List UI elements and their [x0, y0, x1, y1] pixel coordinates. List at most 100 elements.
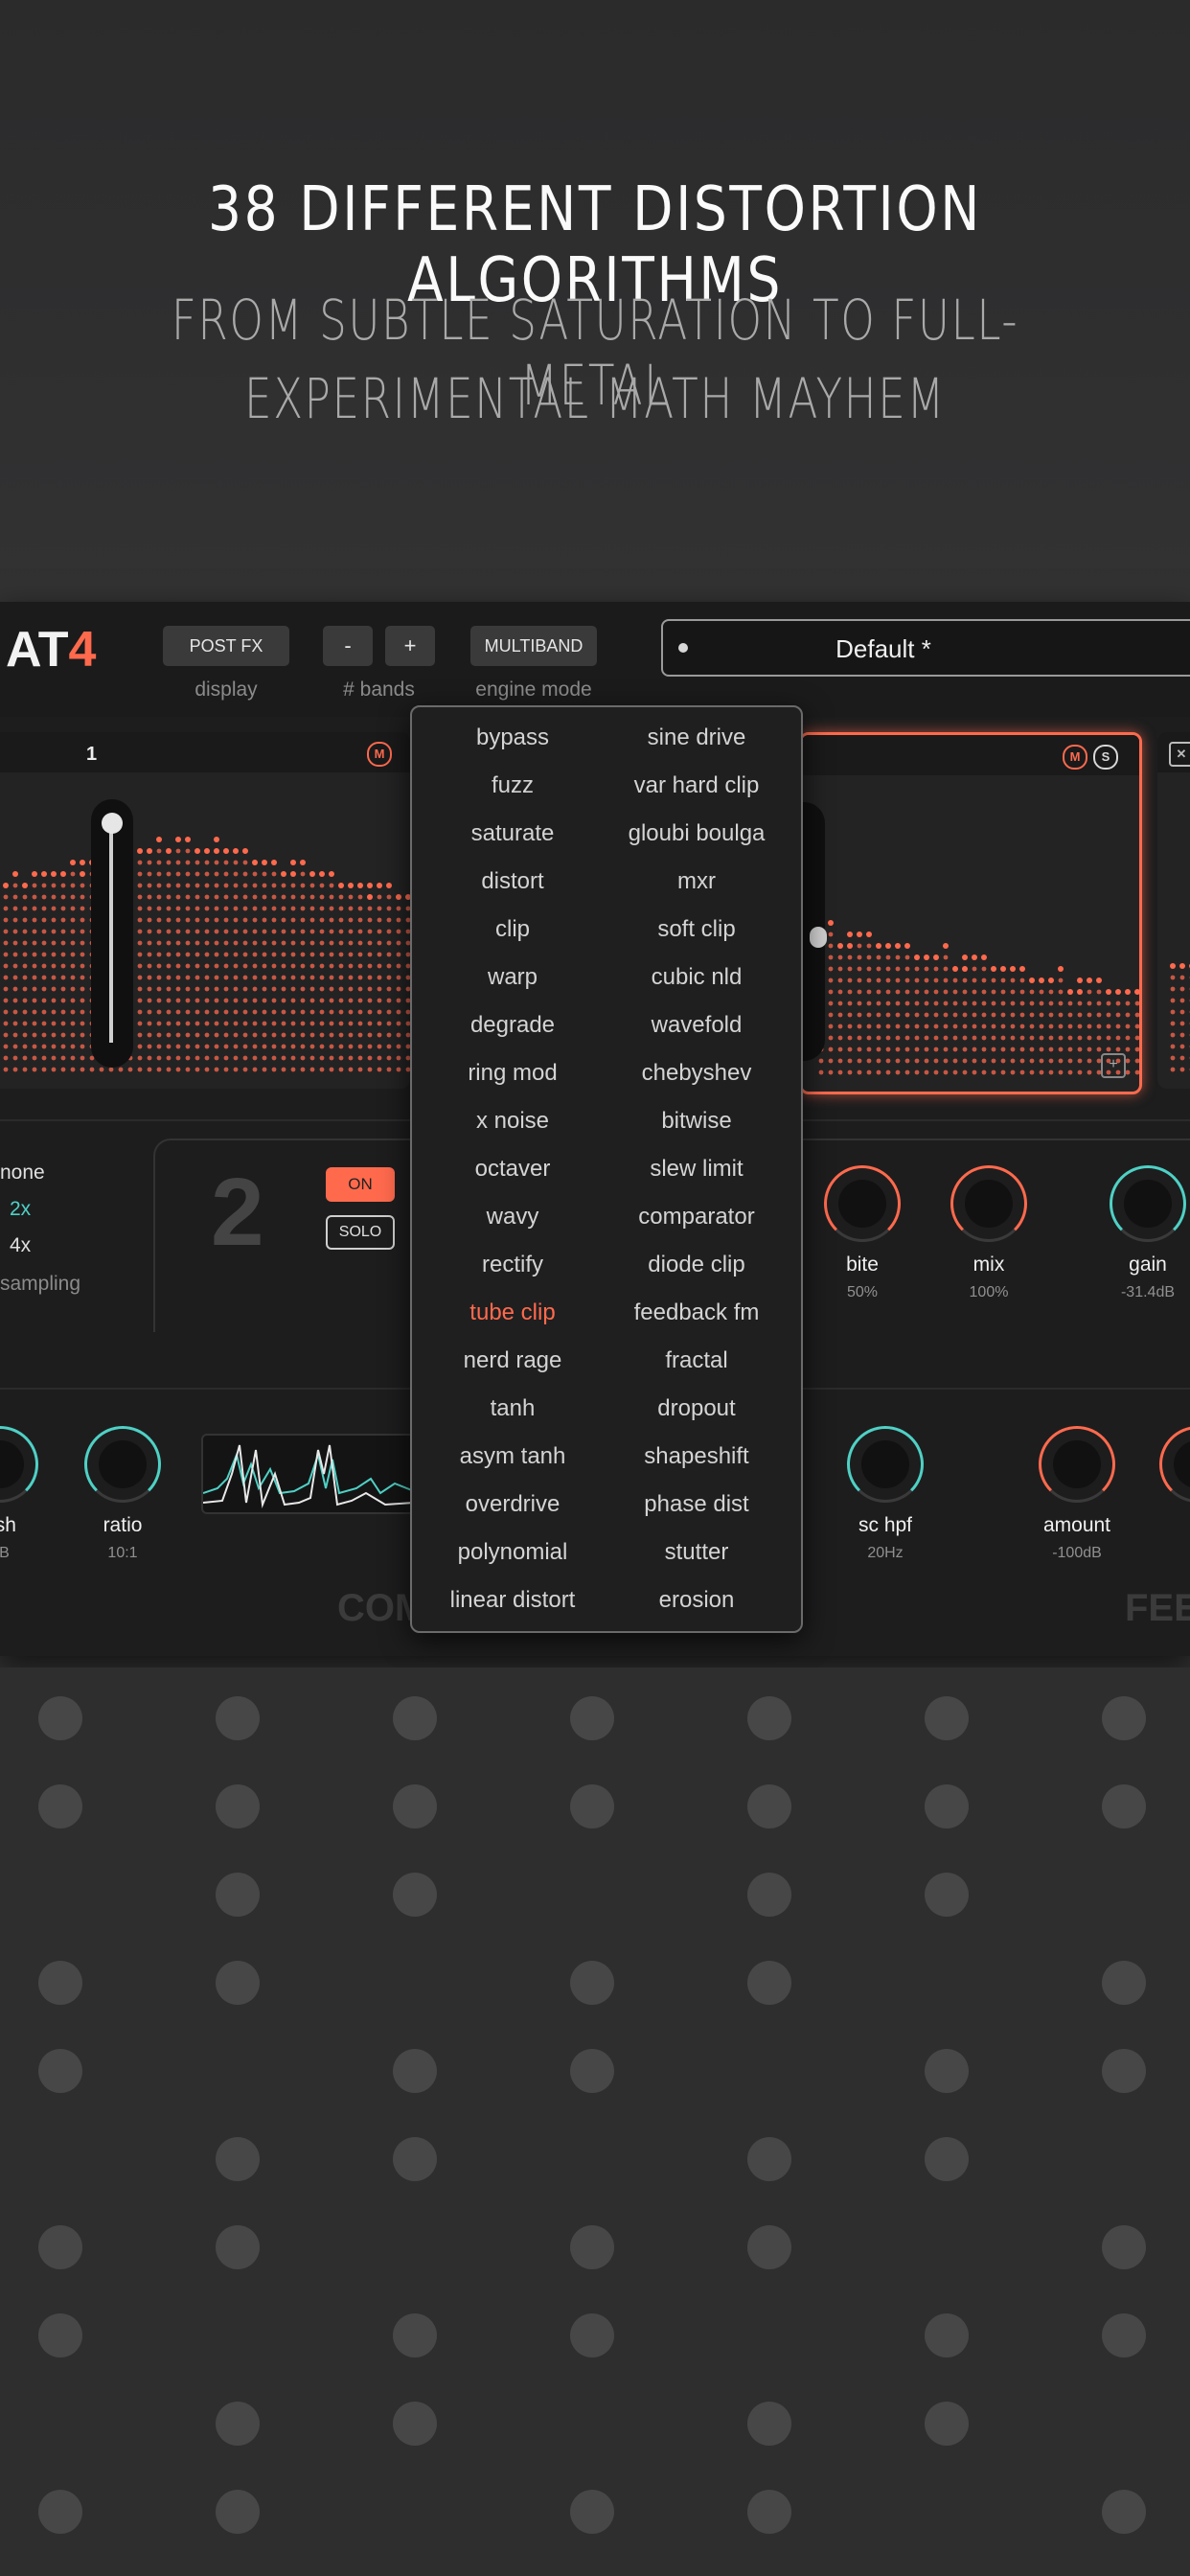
spectrum-dot — [12, 986, 18, 992]
close-band-icon[interactable]: ✕ — [1169, 742, 1190, 767]
band-1-gain-slider[interactable] — [91, 799, 133, 1068]
gain-knob[interactable] — [1110, 1165, 1186, 1242]
spectrum-dot — [51, 963, 57, 969]
algorithm-option[interactable]: cubic nld — [601, 964, 792, 991]
algorithm-option[interactable]: erosion — [601, 1587, 792, 1614]
spectrum-dot — [329, 1009, 334, 1015]
a-knob[interactable] — [1159, 1426, 1190, 1503]
spectrum-dot — [1125, 1035, 1131, 1041]
algorithm-option[interactable]: feedback fm — [601, 1300, 792, 1326]
esh-knob[interactable] — [0, 1426, 38, 1503]
band-2-mute-button[interactable]: M — [1063, 745, 1087, 770]
algorithm-option[interactable]: dropout — [601, 1395, 792, 1422]
spectrum-dot — [175, 940, 181, 946]
oversampling-option-4x[interactable]: 4x — [10, 1234, 31, 1257]
spectrum-dot — [952, 1012, 958, 1018]
algorithm-option[interactable]: comparator — [601, 1204, 792, 1230]
add-band-icon[interactable]: + — [1101, 1053, 1126, 1078]
algorithm-option[interactable]: wavefold — [601, 1012, 792, 1039]
spectrum-dot — [338, 975, 344, 980]
band-2-solo-button[interactable]: S — [1093, 745, 1118, 770]
algorithm-option[interactable]: stutter — [601, 1539, 792, 1566]
spectrum-dot — [300, 894, 306, 900]
spectrum-dot — [1067, 1070, 1073, 1075]
band-on-button[interactable]: ON — [326, 1167, 395, 1202]
algorithm-option[interactable]: chebyshev — [601, 1060, 792, 1087]
spectrum-dot — [51, 1067, 57, 1072]
algorithm-option[interactable]: saturate — [417, 820, 608, 847]
algorithm-option[interactable]: asym tanh — [417, 1443, 608, 1470]
algorithm-option[interactable]: tanh — [417, 1395, 608, 1422]
algorithm-option[interactable]: bypass — [417, 724, 608, 751]
add-band-button[interactable]: + — [385, 626, 435, 666]
algorithm-option[interactable]: wavy — [417, 1204, 608, 1230]
spectrum-dot — [386, 963, 392, 969]
background-dot — [393, 1696, 437, 1740]
spectrum-dot — [1077, 1035, 1083, 1041]
remove-band-button[interactable]: - — [323, 626, 373, 666]
spectrum-dot — [252, 963, 258, 969]
algorithm-option[interactable]: clip — [417, 916, 608, 943]
ratio-knob[interactable] — [84, 1426, 161, 1503]
algorithm-option[interactable]: polynomial — [417, 1539, 608, 1566]
spectrum-dot — [300, 883, 306, 888]
algorithm-option[interactable]: octaver — [417, 1156, 608, 1183]
band-solo-button[interactable]: SOLO — [326, 1215, 395, 1250]
background-dot — [570, 2225, 614, 2269]
preset-selector[interactable]: Default * — [661, 619, 1190, 677]
knob-value: 10:1 — [107, 1545, 138, 1561]
band-1-panel[interactable]: 1 M — [0, 732, 410, 1089]
algorithm-option[interactable]: shapeshift — [601, 1443, 792, 1470]
spectrum-dot — [1048, 1046, 1054, 1052]
band-3-panel[interactable]: ✕ — [1157, 732, 1190, 1089]
display-button[interactable]: POST FX — [163, 626, 289, 666]
oversampling-option-2x[interactable]: 2x — [10, 1198, 31, 1221]
spectrum-dot — [80, 998, 85, 1003]
algorithm-option[interactable]: fractal — [601, 1347, 792, 1374]
spectrum-dot — [943, 1070, 949, 1075]
algorithm-option[interactable]: slew limit — [601, 1156, 792, 1183]
mix-knob[interactable] — [950, 1165, 1027, 1242]
spectrum-dot — [147, 1044, 152, 1049]
algorithm-option[interactable]: bitwise — [601, 1108, 792, 1135]
algorithm-option[interactable]: warp — [417, 964, 608, 991]
algorithm-option[interactable]: degrade — [417, 1012, 608, 1039]
algorithm-option[interactable]: soft clip — [601, 916, 792, 943]
spectrum-dot — [1039, 1024, 1044, 1029]
spectrum-dot — [309, 1032, 315, 1038]
engine-mode-button[interactable]: MULTIBAND — [470, 626, 597, 666]
algorithm-option[interactable]: nerd rage — [417, 1347, 608, 1374]
sc-hpf-knob[interactable] — [847, 1426, 924, 1503]
spectrum-dot — [1170, 963, 1176, 969]
algorithm-option[interactable]: tube clip — [417, 1300, 608, 1326]
algorithm-option[interactable]: ring mod — [417, 1060, 608, 1087]
spectrum-dot — [396, 1032, 401, 1038]
amount-knob[interactable] — [1039, 1426, 1115, 1503]
algorithm-menu[interactable]: bypass fuzz saturate distort clip warp degrade… — [410, 705, 803, 1633]
spectrum-dot — [1134, 1070, 1139, 1075]
band-2-slider-handle[interactable] — [810, 927, 827, 948]
spectrum-dot — [1125, 1024, 1131, 1029]
algorithm-option[interactable]: phase dist — [601, 1491, 792, 1518]
band-2-gain-slider[interactable] — [802, 802, 827, 1061]
bite-knob[interactable] — [824, 1165, 901, 1242]
algorithm-option[interactable]: distort — [417, 868, 608, 895]
algorithm-option[interactable]: var hard clip — [601, 772, 792, 799]
spectrum-dot — [1125, 989, 1131, 995]
spectrum-dot — [32, 1032, 37, 1038]
band-2-panel[interactable]: M S + — [799, 732, 1142, 1094]
algorithm-option[interactable]: overdrive — [417, 1491, 608, 1518]
algorithm-option[interactable]: diode clip — [601, 1252, 792, 1278]
algorithm-option[interactable]: linear distort — [417, 1587, 608, 1614]
algorithm-option[interactable]: fuzz — [417, 772, 608, 799]
spectrum-dot — [147, 1055, 152, 1061]
oversampling-option-none[interactable]: none — [0, 1162, 45, 1184]
algorithm-option[interactable]: sine drive — [601, 724, 792, 751]
band-1-slider-handle[interactable] — [102, 813, 123, 834]
background-dot — [216, 1784, 260, 1828]
algorithm-option[interactable]: mxr — [601, 868, 792, 895]
algorithm-option[interactable]: rectify — [417, 1252, 608, 1278]
algorithm-option[interactable]: x noise — [417, 1108, 608, 1135]
algorithm-option[interactable]: gloubi boulga — [601, 820, 792, 847]
band-1-mute-button[interactable]: M — [367, 742, 392, 767]
